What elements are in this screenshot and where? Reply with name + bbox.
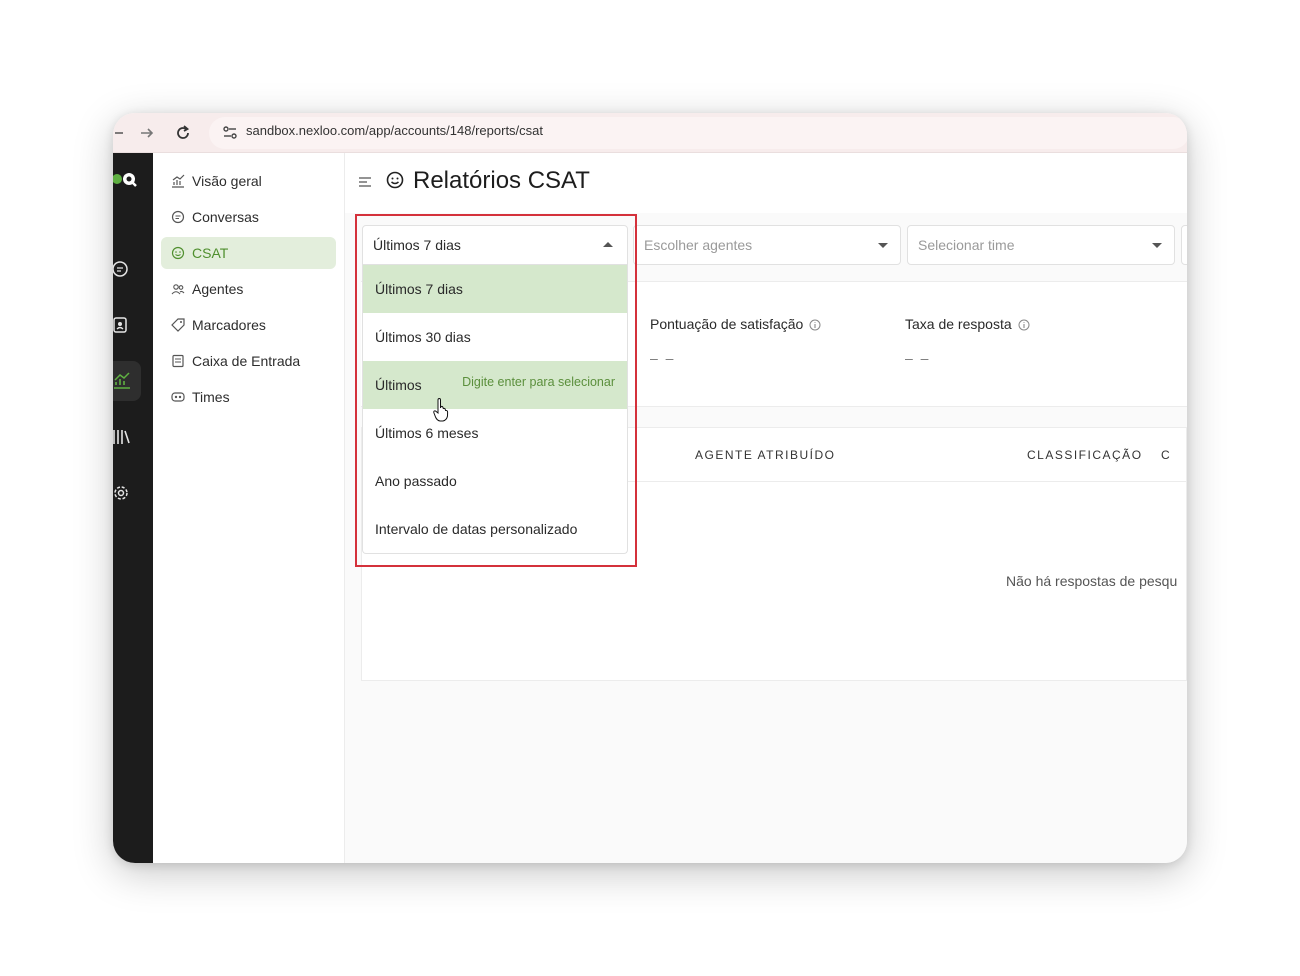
sidebar-item-label: Visão geral xyxy=(192,173,262,189)
empty-state-message: Não há respostas de pesqu xyxy=(1006,573,1178,589)
forward-icon[interactable] xyxy=(135,121,159,145)
metric-response-rate-label: Taxa de resposta xyxy=(905,316,1030,332)
sidebar-item-caixa-de-entrada[interactable]: Caixa de Entrada xyxy=(161,345,336,377)
enter-hint: Digite enter para selecionar xyxy=(462,375,615,389)
agents-icon xyxy=(171,282,185,296)
sidebar-item-label: Caixa de Entrada xyxy=(192,353,301,369)
sidebar-item-label: Agentes xyxy=(192,281,244,297)
back-icon[interactable] xyxy=(113,121,129,145)
team-select[interactable]: Selecionar time xyxy=(907,225,1175,265)
sidebar-item-label: Conversas xyxy=(192,209,259,225)
browser-toolbar: sandbox.nexloo.com/app/accounts/148/repo… xyxy=(113,113,1187,153)
site-settings-icon[interactable] xyxy=(219,122,241,144)
option-last-year[interactable]: Ano passado xyxy=(363,457,627,505)
agents-select-placeholder: Escolher agentes xyxy=(644,237,753,253)
date-range-selected: Últimos 7 dias xyxy=(373,237,461,253)
chart-icon xyxy=(171,174,185,188)
option-last-3-months[interactable]: Últimos Digite enter para selecionar xyxy=(363,361,627,409)
column-header-rating[interactable]: CLASSIFICAÇÃO xyxy=(1027,448,1143,462)
column-header-agent[interactable]: AGENTE ATRIBUÍDO xyxy=(695,448,835,462)
tag-icon xyxy=(171,318,185,332)
hand-cursor-icon xyxy=(433,397,449,422)
page-header: Relatórios CSAT xyxy=(345,153,1187,213)
menu-icon[interactable] xyxy=(359,175,371,187)
browser-window: sandbox.nexloo.com/app/accounts/148/repo… xyxy=(113,113,1187,863)
sidebar-item-marcadores[interactable]: Marcadores xyxy=(161,309,336,341)
conversations-icon[interactable] xyxy=(113,260,131,278)
chat-icon xyxy=(171,210,185,224)
sidebar-item-label: Marcadores xyxy=(192,317,266,333)
sidebar-item-csat[interactable]: CSAT xyxy=(161,237,336,269)
smile-icon xyxy=(171,246,185,260)
sidebar-item-agentes[interactable]: Agentes xyxy=(161,273,336,305)
chevron-up-icon xyxy=(603,242,613,247)
inbox-icon xyxy=(171,354,185,368)
chevron-down-icon xyxy=(878,243,888,248)
settings-icon[interactable] xyxy=(113,484,131,502)
reports-icon[interactable] xyxy=(113,372,131,390)
column-header-comment[interactable]: C xyxy=(1161,448,1171,462)
option-last-6-months[interactable]: Últimos 6 meses xyxy=(363,409,627,457)
url-text[interactable]: sandbox.nexloo.com/app/accounts/148/repo… xyxy=(246,123,543,138)
metric-satisfaction-value: – – xyxy=(650,350,676,366)
reload-icon[interactable] xyxy=(171,121,195,145)
info-icon[interactable] xyxy=(1018,318,1030,331)
brand-logo[interactable] xyxy=(113,169,139,189)
date-range-select[interactable]: Últimos 7 dias xyxy=(362,225,628,265)
metric-response-rate-value: – – xyxy=(905,350,931,366)
sidebar-item-conversas[interactable]: Conversas xyxy=(161,201,336,233)
page-title: Relatórios CSAT xyxy=(413,167,590,194)
library-icon[interactable] xyxy=(113,428,131,446)
sidebar-item-times[interactable]: Times xyxy=(161,381,336,413)
option-last-30-days[interactable]: Últimos 30 dias xyxy=(363,313,627,361)
team-select-placeholder: Selecionar time xyxy=(918,237,1015,253)
metric-satisfaction-label: Pontuação de satisfação xyxy=(650,316,821,332)
contacts-icon[interactable] xyxy=(113,316,131,334)
chevron-down-icon xyxy=(1152,243,1162,248)
agents-select[interactable]: Escolher agentes xyxy=(633,225,901,265)
team-icon xyxy=(171,390,185,404)
sidebar-item-visao-geral[interactable]: Visão geral xyxy=(161,165,336,197)
extra-filter-select[interactable] xyxy=(1181,225,1187,265)
icon-rail xyxy=(113,153,153,863)
sidebar-item-label: Times xyxy=(192,389,230,405)
reports-sidebar: Visão geral Conversas CSAT Agentes Marca… xyxy=(153,153,345,863)
sidebar-item-label: CSAT xyxy=(192,245,229,261)
option-last-7-days[interactable]: Últimos 7 dias xyxy=(363,265,627,313)
info-icon[interactable] xyxy=(809,318,821,331)
date-range-options: Últimos 7 dias Últimos 30 dias Últimos D… xyxy=(362,265,628,554)
option-custom-range[interactable]: Intervalo de datas personalizado xyxy=(363,505,627,553)
smile-icon xyxy=(386,171,404,189)
